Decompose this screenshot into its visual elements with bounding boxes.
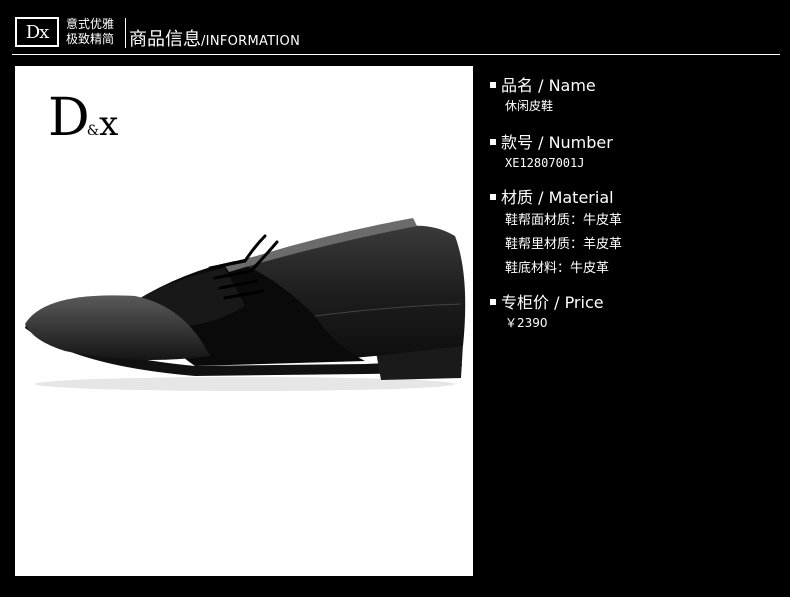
product-info: 品名 / Name 休闲皮鞋 款号 / Number XE12807001J 材… <box>490 75 780 332</box>
price-value: ￥2390 <box>505 316 548 330</box>
logo-text: Dx <box>25 21 50 43</box>
section-title-cn: 商品信息 <box>129 29 201 50</box>
bullet-icon <box>490 193 496 200</box>
price-section: 专柜价 / Price ￥2390 <box>490 292 780 332</box>
price-label: 专柜价 / Price <box>501 293 604 312</box>
brand-logo-box: Dx <box>15 17 59 47</box>
slogan: 意式优雅 极致精简 <box>66 17 122 47</box>
material-label: 材质 / Material <box>501 188 614 207</box>
material-section: 材质 / Material 鞋帮面材质：牛皮革 鞋帮里材质：羊皮革 鞋底材料：牛… <box>490 187 780 292</box>
bullet-icon <box>490 298 496 305</box>
header-divider <box>125 18 126 48</box>
material-line: 鞋帮面材质：牛皮革 <box>505 213 623 228</box>
product-photo: D&x <box>15 66 473 576</box>
info-header: Dx 意式优雅 极致精简 商品信息/INFORMATION <box>0 0 790 58</box>
section-title-en: /INFORMATION <box>201 34 301 49</box>
bullet-icon <box>490 138 496 145</box>
material-heading: 材质 / Material <box>490 187 780 209</box>
slogan-line-2: 极致精简 <box>66 32 115 46</box>
material-line: 鞋帮里材质：羊皮革 <box>505 237 623 252</box>
name-heading: 品名 / Name <box>490 75 780 97</box>
price-heading: 专柜价 / Price <box>490 292 780 314</box>
number-label: 款号 / Number <box>501 133 613 152</box>
number-section: 款号 / Number XE12807001J <box>490 132 780 187</box>
material-line: 鞋底材料：牛皮革 <box>505 261 610 276</box>
number-value: XE12807001J <box>505 156 585 170</box>
brand-logo: D&x <box>48 88 118 148</box>
name-label: 品名 / Name <box>501 76 596 95</box>
name-section: 品名 / Name 休闲皮鞋 <box>490 75 780 132</box>
slogan-line-1: 意式优雅 <box>66 17 115 31</box>
bullet-icon <box>490 81 496 88</box>
number-heading: 款号 / Number <box>490 132 780 154</box>
name-value: 休闲皮鞋 <box>505 99 554 113</box>
header-rule <box>12 54 780 55</box>
section-title: 商品信息/INFORMATION <box>129 25 300 51</box>
shoe-illustration <box>25 218 466 391</box>
